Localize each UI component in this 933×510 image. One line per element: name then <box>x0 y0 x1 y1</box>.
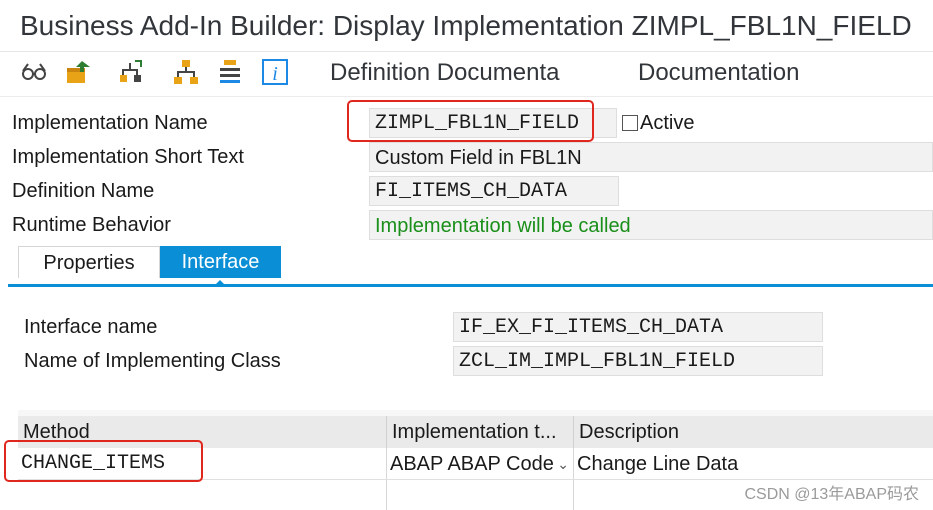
runtime-row: Runtime Behavior Implementation will be … <box>0 210 933 244</box>
short-text-field[interactable]: Custom Field in FBL1N <box>369 142 933 172</box>
documentation-button[interactable]: Documentation <box>638 52 799 94</box>
empty-cell <box>18 480 387 510</box>
svg-text:i: i <box>272 63 278 85</box>
implementing-class-label: Name of Implementing Class <box>20 346 450 376</box>
def-name-label: Definition Name <box>8 176 362 206</box>
empty-cell <box>387 480 574 510</box>
impl-type-value: ABAP ABAP Code <box>390 453 554 475</box>
active-checkbox-icon[interactable] <box>622 115 638 131</box>
table-row-impl-type[interactable]: ABAP ABAP Code ⌄ <box>387 448 574 480</box>
runtime-label: Runtime Behavior <box>8 210 362 240</box>
window-title: Business Add-In Builder: Display Impleme… <box>0 0 933 52</box>
def-name-field[interactable]: FI_ITEMS_CH_DATA <box>369 176 619 206</box>
watermark: CSDN @13年ABAP码农 <box>744 486 919 503</box>
chevron-down-icon[interactable]: ⌄ <box>557 448 569 479</box>
tab-underline <box>8 284 933 287</box>
interface-name-field[interactable]: IF_EX_FI_ITEMS_CH_DATA <box>453 312 823 342</box>
tab-properties[interactable]: Properties <box>18 246 160 278</box>
definition-documentation-button[interactable]: Definition Documenta <box>330 52 559 94</box>
column-header-description[interactable]: Description <box>574 416 933 448</box>
transport-icon[interactable] <box>64 58 92 86</box>
highlight-impl-name <box>347 100 594 142</box>
impl-name-label: Implementation Name <box>8 108 362 138</box>
interface-name-label: Interface name <box>20 312 450 342</box>
table-row-description: Change Line Data <box>574 448 933 480</box>
info-icon[interactable]: i <box>261 58 289 86</box>
hierarchy-icon[interactable] <box>117 58 145 86</box>
glasses-icon[interactable] <box>20 58 48 86</box>
runtime-value: Implementation will be called <box>369 210 933 240</box>
column-header-impl-type[interactable]: Implementation t... <box>387 416 574 448</box>
short-text-row: Implementation Short Text Custom Field i… <box>0 142 933 176</box>
implementing-class-field[interactable]: ZCL_IM_IMPL_FBL1N_FIELD <box>453 346 823 376</box>
active-label: Active <box>640 112 695 134</box>
tree-icon[interactable] <box>172 58 200 86</box>
list-icon[interactable] <box>216 58 244 86</box>
tab-interface[interactable]: Interface <box>160 246 281 278</box>
highlight-method <box>4 440 203 482</box>
interface-name-row: Interface name IF_EX_FI_ITEMS_CH_DATA <box>0 312 933 346</box>
implementing-class-row: Name of Implementing Class ZCL_IM_IMPL_F… <box>0 346 933 380</box>
short-text-label: Implementation Short Text <box>8 142 362 172</box>
toolbar: i Definition Documenta Documentation <box>0 52 933 97</box>
def-name-row: Definition Name FI_ITEMS_CH_DATA <box>0 176 933 210</box>
